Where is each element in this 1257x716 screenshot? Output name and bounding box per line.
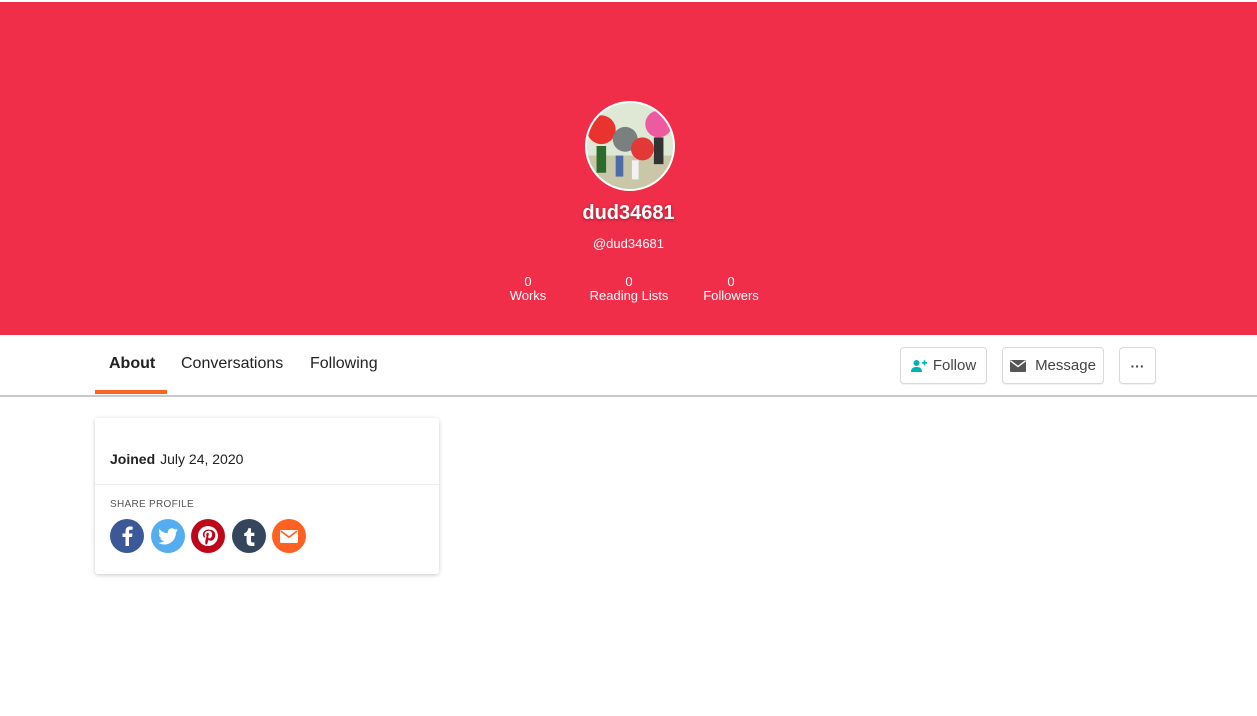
- pinterest-icon: [198, 526, 218, 546]
- display-name: dud34681: [582, 202, 675, 224]
- more-icon: ···: [1130, 357, 1145, 374]
- message-button[interactable]: Message: [1002, 347, 1104, 384]
- stat-reading-lists[interactable]: 0 Reading Lists: [584, 275, 674, 303]
- tumblr-icon: [243, 527, 254, 546]
- joined-label: Joined: [110, 451, 156, 467]
- joined-info: Joined July 24, 2020: [110, 451, 243, 467]
- stat-reading-lists-label: Reading Lists: [589, 288, 669, 303]
- stat-followers-label: Followers: [703, 288, 759, 303]
- share-buttons: [110, 519, 313, 553]
- stat-followers[interactable]: 0 Followers: [700, 275, 762, 303]
- tab-following[interactable]: Following: [310, 355, 378, 373]
- email-share-button[interactable]: [272, 519, 306, 553]
- username: @dud34681: [592, 236, 665, 251]
- twitter-icon: [157, 527, 178, 544]
- share-profile-title: SHARE PROFILE: [110, 499, 194, 510]
- twitter-share-button[interactable]: [150, 519, 185, 553]
- follow-button-label: Follow: [932, 357, 977, 374]
- more-options-button[interactable]: ···: [1119, 347, 1156, 384]
- about-card: Joined July 24, 2020 SHARE PROFILE: [95, 418, 439, 574]
- avatar[interactable]: [585, 101, 675, 191]
- email-icon: [280, 529, 298, 543]
- tab-about[interactable]: About: [109, 355, 155, 373]
- stat-followers-value: 0: [727, 274, 735, 289]
- envelope-icon: [1010, 359, 1027, 372]
- facebook-icon: [122, 526, 133, 546]
- facebook-share-button[interactable]: [110, 519, 144, 553]
- tumblr-share-button[interactable]: [231, 519, 266, 553]
- stat-reading-lists-value: 0: [625, 274, 633, 289]
- profile-header: dud34681 @dud34681 0 Works 0 Reading Lis…: [0, 2, 1257, 335]
- active-tab-indicator: [95, 390, 167, 394]
- avatar-image: [587, 103, 673, 189]
- stat-works-value: 0: [524, 274, 532, 289]
- message-button-label: Message: [1035, 357, 1096, 374]
- tab-conversations[interactable]: Conversations: [181, 355, 283, 373]
- stat-works-label: Works: [509, 288, 547, 303]
- profile-nav: About Conversations Following Follow Mes…: [0, 335, 1257, 397]
- stat-works[interactable]: 0 Works: [498, 275, 558, 303]
- divider: [95, 484, 439, 485]
- joined-date: July 24, 2020: [160, 451, 244, 467]
- pinterest-share-button[interactable]: [191, 519, 225, 553]
- follow-button[interactable]: Follow: [900, 347, 987, 384]
- add-user-icon: [910, 359, 927, 373]
